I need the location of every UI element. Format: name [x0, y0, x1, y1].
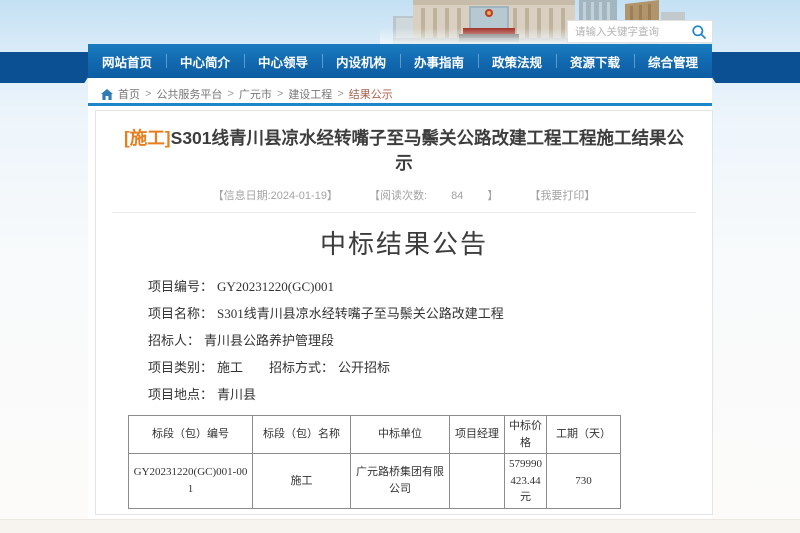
- article-title: [施工]S301线青川县凉水经转嘴子至马鬃关公路改建工程工程施工结果公示: [122, 126, 686, 176]
- breadcrumb-separator: >: [227, 88, 233, 100]
- nav-item-guide[interactable]: 办事指南: [400, 44, 478, 78]
- article-meta: 【信息日期:2024-01-19】 【阅读次数: 84 】 【我要打印】: [112, 187, 696, 213]
- col-section-name: 标段（包）名称: [253, 416, 351, 454]
- nav-ribbon-right: [703, 52, 800, 83]
- meta-date: 【信息日期:2024-01-19】: [213, 190, 338, 202]
- nav-item-intro[interactable]: 中心简介: [166, 44, 244, 78]
- nav-item-policies[interactable]: 政策法规: [478, 44, 556, 78]
- cell-section-name: 施工: [253, 454, 351, 509]
- cell-section-number: GY20231220(GC)001-001: [129, 454, 253, 509]
- meta-views-close: 】: [487, 190, 498, 202]
- field-label: 项目地点：: [148, 387, 213, 402]
- field-value: S301线青川县凉水经转嘴子至马鬃关公路改建工程: [217, 306, 504, 321]
- site-search: [567, 20, 713, 43]
- breadcrumb-separator: >: [145, 88, 151, 100]
- field-value: 青川县公路养护管理段: [204, 333, 334, 348]
- field-location: 项目地点： 青川县: [148, 388, 682, 402]
- article-box: [施工]S301线青川县凉水经转嘴子至马鬃关公路改建工程工程施工结果公示 【信息…: [95, 110, 713, 515]
- nav-item-orgs[interactable]: 内设机构: [322, 44, 400, 78]
- breadcrumb-service-platform[interactable]: 公共服务平台: [156, 86, 222, 102]
- main-nav: 网站首页 中心简介 中心领导 内设机构 办事指南 政策法规 资源下载 综合管理: [88, 44, 712, 78]
- cell-manager: [450, 454, 505, 509]
- article-title-text: S301线青川县凉水经转嘴子至马鬃关公路改建工程工程施工结果公示: [171, 128, 684, 173]
- home-icon[interactable]: [101, 89, 113, 100]
- cell-duration: 730: [547, 454, 621, 509]
- col-section-number: 标段（包）编号: [129, 416, 253, 454]
- field-label: 项目类别：: [148, 360, 213, 375]
- divider-blue-rule: [88, 103, 712, 106]
- breadcrumb: 首页 > 公共服务平台 > 广元市 > 建设工程 > 结果公示: [101, 86, 393, 102]
- nav-item-admin[interactable]: 综合管理: [634, 44, 712, 78]
- field-label: 招标人：: [148, 333, 200, 348]
- footer-strip: [0, 519, 800, 533]
- meta-views-label: 【阅读次数:: [369, 190, 427, 202]
- field-value: 青川县: [217, 387, 256, 402]
- breadcrumb-city[interactable]: 广元市: [239, 86, 272, 102]
- print-button[interactable]: 【我要打印】: [529, 190, 595, 202]
- bid-result-table: 标段（包）编号 标段（包）名称 中标单位 项目经理 中标价格 工期（天） GY2…: [128, 415, 621, 509]
- field-project-number: 项目编号： GY20231220(GC)001: [148, 280, 682, 294]
- field-value: GY20231220(GC)001: [217, 279, 334, 294]
- col-duration: 工期（天）: [547, 416, 621, 454]
- search-input[interactable]: [575, 26, 691, 38]
- field-label: 项目名称：: [148, 306, 213, 321]
- table-header-row: 标段（包）编号 标段（包）名称 中标单位 项目经理 中标价格 工期（天）: [129, 416, 621, 454]
- col-manager: 项目经理: [450, 416, 505, 454]
- breadcrumb-separator: >: [337, 88, 343, 100]
- article-tag: [施工]: [124, 128, 171, 148]
- breadcrumb-construction[interactable]: 建设工程: [288, 86, 332, 102]
- nav-item-home[interactable]: 网站首页: [88, 44, 166, 78]
- breadcrumb-current: 结果公示: [349, 86, 393, 102]
- col-price: 中标价格: [505, 416, 547, 454]
- page: 网站首页 中心简介 中心领导 内设机构 办事指南 政策法规 资源下载 综合管理 …: [0, 0, 800, 533]
- field-project-name: 项目名称： S301线青川县凉水经转嘴子至马鬃关公路改建工程: [148, 307, 682, 321]
- field-tenderer: 招标人： 青川县公路养护管理段: [148, 334, 682, 348]
- field-category-and-method: 项目类别： 施工 招标方式： 公开招标: [148, 361, 682, 375]
- notice-title: 中标结果公告: [96, 224, 712, 261]
- project-fields: 项目编号： GY20231220(GC)001 项目名称： S301线青川县凉水经转…: [148, 280, 682, 402]
- field-label: 招标方式：: [269, 360, 334, 375]
- col-winner: 中标单位: [351, 416, 450, 454]
- meta-views-count: 84: [451, 190, 463, 202]
- field-value: 公开招标: [338, 360, 390, 375]
- breadcrumb-home[interactable]: 首页: [118, 86, 140, 102]
- nav-ribbon-left: [0, 52, 97, 83]
- nav-item-leaders[interactable]: 中心领导: [244, 44, 322, 78]
- cell-price: 579990423.44元: [505, 454, 547, 509]
- search-icon[interactable]: [691, 24, 707, 40]
- cell-winner: 广元路桥集团有限公司: [351, 454, 450, 509]
- breadcrumb-separator: >: [277, 88, 283, 100]
- nav-item-downloads[interactable]: 资源下载: [556, 44, 634, 78]
- field-value: 施工: [217, 360, 243, 375]
- field-label: 项目编号：: [148, 279, 213, 294]
- table-row: GY20231220(GC)001-001 施工 广元路桥集团有限公司 5799…: [129, 454, 621, 509]
